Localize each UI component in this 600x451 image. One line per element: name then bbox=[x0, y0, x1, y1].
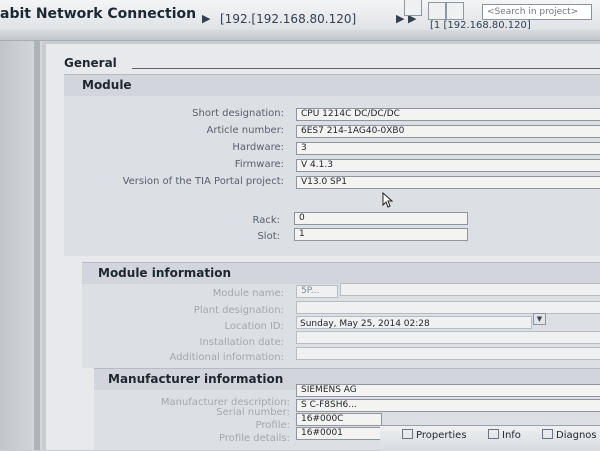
tab-diagnostics-label: Diagnos bbox=[556, 430, 597, 441]
installation-date-value: Sunday, May 25, 2014 02:28 bbox=[300, 319, 430, 329]
tab-properties-label: Properties bbox=[416, 430, 467, 441]
firmware-label: Firmware: bbox=[234, 159, 284, 170]
installation-date-field[interactable] bbox=[296, 331, 600, 344]
plant-designation-field[interactable] bbox=[296, 301, 600, 314]
breadcrumb-device[interactable]: [192.[192.168.80.120] bbox=[220, 12, 356, 26]
diagnostics-icon bbox=[542, 429, 553, 439]
hardware-label: Hardware: bbox=[232, 142, 284, 153]
rack-field[interactable]: 0 bbox=[294, 212, 468, 225]
module-section-header bbox=[64, 74, 600, 97]
module-info-section-title: Module information bbox=[98, 266, 232, 280]
tab-diagnostics[interactable]: Diagnos bbox=[542, 429, 597, 441]
tab-info[interactable]: Info bbox=[488, 429, 521, 441]
firmware-field[interactable]: V 4.1.3 bbox=[296, 159, 600, 172]
slot-field[interactable]: 1 bbox=[294, 228, 468, 241]
profile-label: Profile: bbox=[255, 420, 290, 431]
tia-version-field[interactable]: V13.0 SP1 bbox=[296, 176, 600, 189]
module-section-title: Module bbox=[82, 78, 132, 92]
profile-field[interactable]: 16#000C bbox=[296, 413, 382, 426]
compile-icon[interactable] bbox=[404, 0, 422, 16]
rack-label: Rack: bbox=[252, 215, 280, 226]
window-icon[interactable] bbox=[446, 2, 464, 20]
profile-details-label: Profile details: bbox=[219, 433, 290, 444]
article-number-label: Article number: bbox=[206, 125, 284, 136]
location-id-label: Location ID: bbox=[224, 321, 285, 332]
general-divider bbox=[132, 68, 600, 69]
general-heading[interactable]: General bbox=[64, 56, 117, 70]
plant-designation-label: Plant designation: bbox=[193, 305, 284, 316]
profile-details-field[interactable]: 16#0001 bbox=[296, 427, 382, 440]
connection-title: abit Network Connection bbox=[0, 6, 197, 22]
splitter-handle[interactable] bbox=[34, 41, 40, 450]
module-name-field[interactable]: 5P... bbox=[296, 285, 338, 298]
additional-information-field[interactable] bbox=[296, 347, 600, 360]
location-dropdown-icon[interactable]: ▼ bbox=[533, 313, 546, 325]
tab-properties[interactable]: Properties bbox=[402, 429, 467, 441]
mouse-pointer-icon bbox=[382, 192, 394, 208]
installation-date-label: Installation date: bbox=[199, 337, 284, 348]
split-view-icon[interactable] bbox=[428, 2, 446, 20]
slot-label: Slot: bbox=[257, 231, 280, 242]
module-name-label: Module name: bbox=[212, 288, 284, 299]
short-designation-field[interactable]: CPU 1214C DC/DC/DC bbox=[296, 108, 600, 121]
serial-number-label: Serial number: bbox=[216, 407, 290, 418]
hardware-field[interactable]: 3 bbox=[296, 142, 600, 155]
serial-number-field[interactable]: S C-F8SH6... bbox=[296, 399, 600, 412]
breadcrumb-arrow-icon: ▶ bbox=[202, 12, 211, 25]
top-bar: abit Network Connection ▶ [192.[192.168.… bbox=[0, 0, 600, 31]
inspector-tabs-bar: Properties Info Diagnos bbox=[380, 425, 600, 451]
article-number-field[interactable]: 6ES7 214-1AG40-0XB0 bbox=[296, 125, 600, 138]
tia-version-label: Version of the TIA Portal project: bbox=[122, 176, 284, 187]
tab-info-label: Info bbox=[502, 430, 521, 441]
additional-information-label: Additional information: bbox=[169, 352, 284, 363]
left-gutter bbox=[0, 41, 42, 450]
properties-icon bbox=[402, 429, 413, 439]
info-icon bbox=[488, 429, 499, 439]
short-designation-label: Short designation: bbox=[192, 108, 284, 119]
manufacturer-section-title: Manufacturer information bbox=[108, 372, 284, 386]
manufacturer-description-field[interactable]: SIEMENS AG bbox=[296, 384, 600, 397]
module-name-extension-field[interactable] bbox=[340, 283, 600, 296]
toolbar-strip bbox=[0, 30, 600, 41]
search-input[interactable]: <Search in project> bbox=[482, 4, 592, 20]
